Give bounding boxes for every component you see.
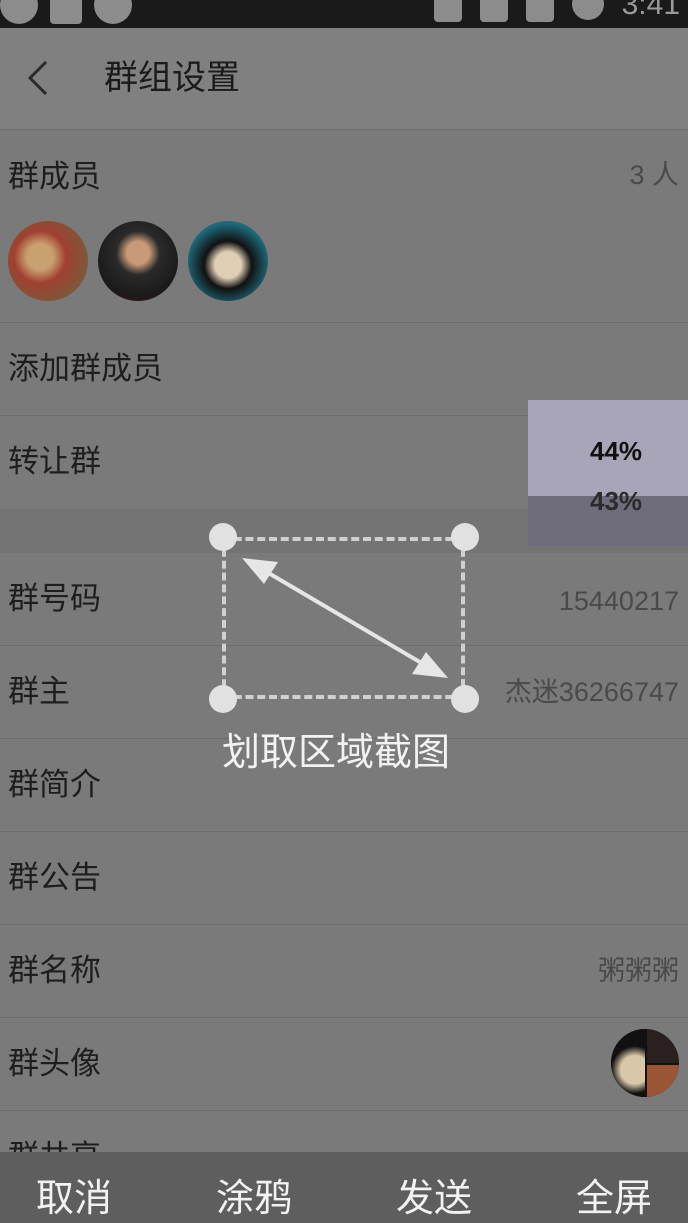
no-sim-icon (525, 0, 554, 22)
group-avatar-label: 群头像 (8, 1046, 101, 1082)
group-name-value: 粥粥粥 (598, 956, 679, 986)
group-avatar-row[interactable]: 群头像 (0, 1018, 688, 1111)
crop-handle-bottom-right[interactable] (451, 685, 479, 713)
notification-icon (50, 0, 82, 24)
send-button[interactable]: 发送 (396, 1174, 472, 1222)
group-owner-label: 群主 (8, 674, 70, 710)
fullscreen-button[interactable]: 全屏 (576, 1174, 652, 1222)
group-avatar-image[interactable] (611, 1029, 679, 1097)
percent-top: 44% (590, 436, 643, 466)
status-time: 3:41 (621, 0, 680, 21)
battery-icon (571, 0, 604, 20)
member-avatar-2[interactable] (98, 221, 178, 301)
app-icon (0, 0, 38, 24)
diagonal-arrow-icon (242, 558, 448, 678)
members-count: 3 人 (629, 160, 679, 190)
member-avatar-1[interactable] (8, 221, 88, 301)
members-label: 群成员 (8, 159, 101, 195)
crop-handle-top-left[interactable] (209, 523, 237, 551)
group-number-label: 群号码 (8, 581, 101, 617)
crop-handle-top-right[interactable] (451, 523, 479, 551)
bottom-toolbar: 取消 涂鸦 发送 全屏 (0, 1152, 688, 1223)
app-header: 群组设置 (0, 28, 688, 130)
vibrate-icon (433, 0, 462, 22)
doodle-button[interactable]: 涂鸦 (216, 1174, 292, 1222)
group-notice-label: 群公告 (8, 860, 101, 896)
group-name-label: 群名称 (8, 953, 101, 989)
link-icon (94, 0, 132, 24)
group-intro-label: 群简介 (8, 767, 101, 803)
wifi-icon (479, 0, 508, 22)
member-avatar-3[interactable] (188, 221, 268, 301)
crop-hint-text: 划取区域截图 (222, 730, 451, 774)
cancel-button[interactable]: 取消 (36, 1174, 112, 1222)
member-avatars (8, 221, 268, 301)
page-title: 群组设置 (104, 58, 240, 98)
group-number-value: 15440217 (558, 586, 679, 616)
back-arrow-icon[interactable] (20, 58, 60, 98)
status-bar: 3:41 (0, 0, 688, 28)
add-member-label: 添加群成员 (8, 351, 163, 387)
transfer-group-label: 转让群 (8, 444, 101, 480)
status-left-icons (0, 0, 132, 24)
group-name-row[interactable]: 群名称 粥粥粥 (0, 925, 688, 1018)
group-owner-value: 杰迷36266747 (504, 677, 679, 707)
group-notice-row[interactable]: 群公告 (0, 832, 688, 925)
percent-bottom: 43% (590, 486, 643, 516)
status-right-icons: 3:41 (433, 0, 680, 22)
percent-overlay: 44% 43% (528, 400, 688, 546)
crop-handle-bottom-left[interactable] (209, 685, 237, 713)
